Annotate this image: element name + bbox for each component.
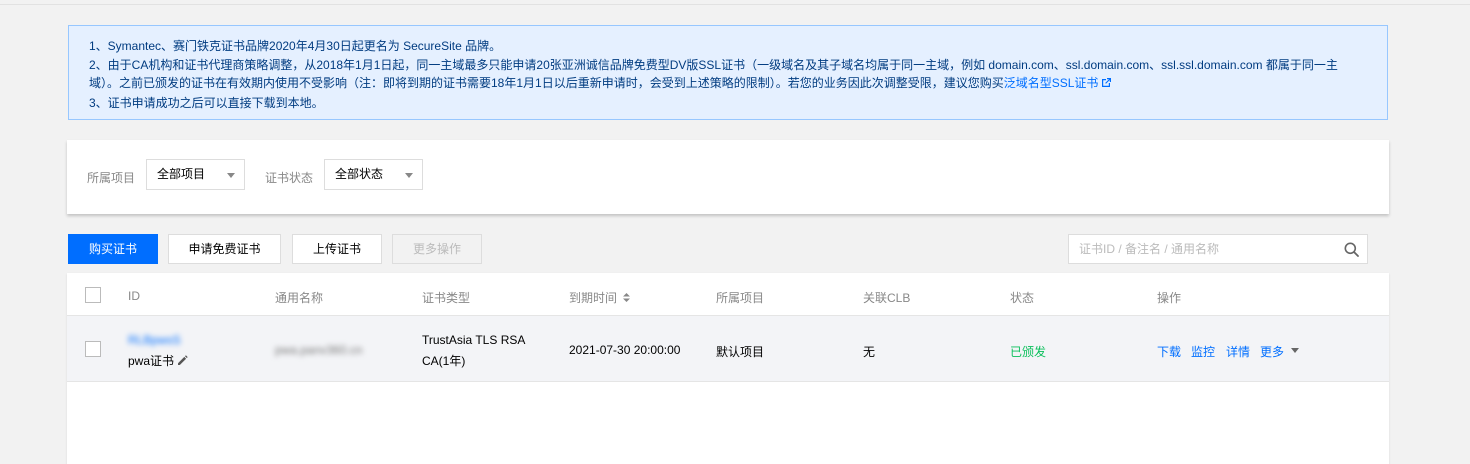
- search-icon[interactable]: [1344, 242, 1359, 260]
- cert-type-line-1: TrustAsia TLS RSA: [422, 333, 526, 347]
- column-header-actions: 操作: [1157, 291, 1182, 305]
- associated-clb: 无: [863, 345, 876, 359]
- column-header-id: ID: [128, 289, 140, 303]
- more-link[interactable]: 更多: [1260, 343, 1284, 360]
- chevron-down-icon: [227, 173, 235, 178]
- caret-down-icon[interactable]: [1291, 348, 1299, 353]
- status-filter-label: 证书状态: [265, 171, 314, 185]
- table-header: ID 通用名称 证书类型 到期时间 所属项目 关联CLB 状态 操作: [67, 273, 1389, 316]
- notice-line-4: 3、证书申请成功之后可以直接下载到本地。: [89, 95, 324, 110]
- edit-pencil-icon[interactable]: [177, 355, 188, 369]
- monitor-link[interactable]: 监控: [1191, 343, 1215, 360]
- notice-line-3: 域）。之前已颁发的证书在有效期内使用不受影响（注：即将到期的证书需要18年1月1…: [89, 74, 1367, 94]
- notice-line-1: 1、Symantec、赛门铁克证书品牌2020年4月30日起更名为 Secure…: [89, 39, 502, 53]
- project-filter-label: 所属项目: [87, 171, 136, 185]
- status-select[interactable]: 全部状态: [324, 159, 423, 190]
- cert-type-line-2: CA(1年): [422, 354, 466, 368]
- column-header-common-name: 通用名称: [275, 291, 324, 305]
- column-header-project: 所属项目: [716, 291, 765, 305]
- column-header-expiry[interactable]: 到期时间: [569, 289, 631, 306]
- select-all-checkbox[interactable]: [85, 287, 101, 303]
- more-actions-button[interactable]: 更多操作: [392, 234, 482, 264]
- filter-panel: 所属项目 全部项目 证书状态 全部状态: [67, 140, 1389, 214]
- common-name: pwa.panv360.cn: [275, 343, 363, 357]
- status-select-value: 全部状态: [335, 167, 384, 181]
- certificate-table: ID 通用名称 证书类型 到期时间 所属项目 关联CLB 状态 操作 RLBpw…: [67, 273, 1389, 464]
- expiry-time: 2021-07-30 20:00:00: [569, 343, 681, 357]
- upload-certificate-button[interactable]: 上传证书: [292, 234, 382, 264]
- project-select[interactable]: 全部项目: [146, 159, 245, 190]
- certificate-remark: pwa证书: [128, 352, 188, 369]
- apply-free-certificate-button[interactable]: 申请免费证书: [168, 234, 281, 264]
- buy-certificate-button[interactable]: 购买证书: [68, 234, 158, 264]
- notice-banner: 1、Symantec、赛门铁克证书品牌2020年4月30日起更名为 Secure…: [68, 25, 1388, 120]
- certificate-id-link[interactable]: RLBpwsS: [128, 333, 181, 347]
- download-link[interactable]: 下载: [1157, 343, 1181, 360]
- project-name: 默认项目: [716, 345, 765, 359]
- sort-icon[interactable]: [623, 291, 631, 305]
- notice-line-2: 2、由于CA机构和证书代理商策略调整，从2018年1月1日起，同一主域最多只能申…: [89, 57, 1338, 72]
- certificate-remark-text: pwa证书: [128, 354, 175, 368]
- column-header-expiry-label: 到期时间: [569, 291, 618, 305]
- status-badge: 已颁发: [1010, 345, 1047, 359]
- column-header-clb: 关联CLB: [863, 291, 911, 305]
- project-select-value: 全部项目: [157, 167, 206, 181]
- table-row: RLBpwsS pwa证书 pwa.panv360.cn TrustAsia T…: [67, 316, 1389, 382]
- column-header-cert-type: 证书类型: [422, 291, 471, 305]
- top-divider: [0, 4, 1470, 5]
- details-link[interactable]: 详情: [1226, 343, 1250, 360]
- search-input[interactable]: [1069, 235, 1337, 263]
- wildcard-ssl-link[interactable]: 泛域名型SSL证书: [1004, 76, 1099, 90]
- chevron-down-icon: [405, 173, 413, 178]
- row-checkbox[interactable]: [85, 341, 101, 357]
- column-header-status: 状态: [1010, 291, 1035, 305]
- external-link-icon[interactable]: [1101, 75, 1112, 94]
- notice-line-3-text: 域）。之前已颁发的证书在有效期内使用不受影响（注：即将到期的证书需要18年1月1…: [89, 76, 1004, 90]
- search-box: [1068, 234, 1368, 264]
